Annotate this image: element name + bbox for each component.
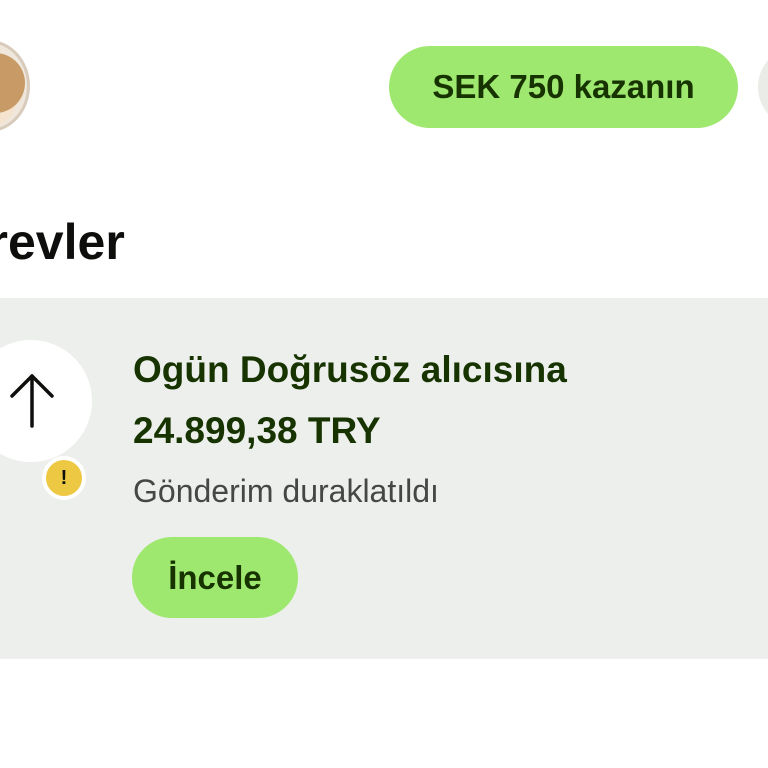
task-icon-container: ! — [0, 340, 92, 500]
tasks-section-title: örevler — [0, 214, 125, 270]
warning-icon: ! — [42, 456, 86, 500]
user-avatar[interactable] — [0, 40, 30, 132]
task-amount: 24.899,38 TRY — [133, 410, 381, 451]
partial-icon-button[interactable] — [758, 46, 768, 128]
earn-reward-button[interactable]: SEK 750 kazanın — [389, 46, 738, 128]
arrow-up-icon — [10, 374, 54, 428]
task-card[interactable]: ! Ogün Doğrusöz alıcısına 24.899,38 TRY … — [0, 298, 768, 659]
task-status: Gönderim duraklatıldı — [133, 473, 439, 509]
task-title: Ogün Doğrusöz alıcısına — [133, 349, 567, 390]
avatar-hair — [0, 53, 25, 113]
page: SEK 750 kazanın örevler ! Ogün Doğrusöz … — [0, 0, 768, 768]
review-button[interactable]: İncele — [132, 537, 298, 618]
warning-badge-text: ! — [60, 467, 68, 489]
